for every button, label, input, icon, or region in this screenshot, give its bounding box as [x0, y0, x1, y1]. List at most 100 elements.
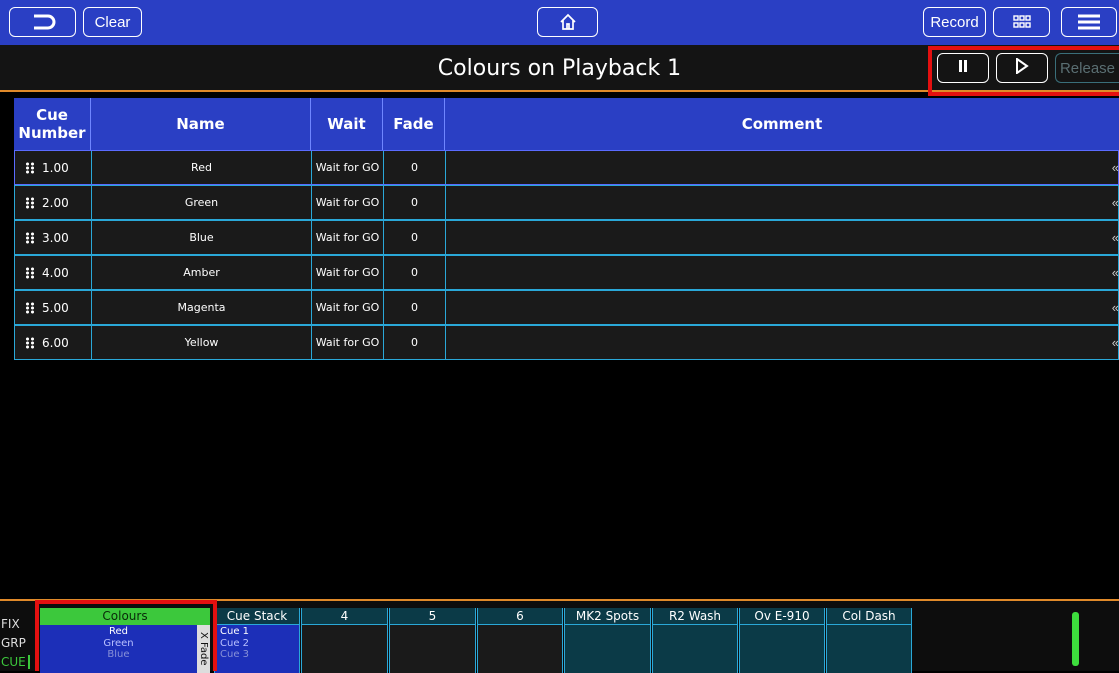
cell-name[interactable]: Yellow — [92, 326, 312, 359]
grid-view-button[interactable] — [993, 7, 1050, 37]
table-row[interactable]: 1.00 Red Wait for GO 0 « — [14, 150, 1119, 185]
next-cue: Cue 2 — [220, 637, 250, 649]
drag-handle-icon[interactable] — [25, 301, 35, 314]
drag-handle-icon[interactable] — [25, 231, 35, 244]
header-wait[interactable]: Wait — [311, 98, 383, 150]
playback-body — [740, 625, 824, 673]
playback-col-dash[interactable]: Col Dash — [826, 608, 912, 673]
playback-body — [653, 625, 737, 673]
playback-5[interactable]: 5 — [389, 608, 476, 673]
playback-title: 6 — [478, 608, 562, 625]
drag-handle-icon[interactable] — [25, 161, 35, 174]
cue-number: 2.00 — [42, 195, 69, 210]
cue-number: 3.00 — [42, 230, 69, 245]
playback-ov-e910[interactable]: Ov E-910 — [739, 608, 825, 673]
cue-number: 4.00 — [42, 265, 69, 280]
playback-mk2-spots[interactable]: MK2 Spots — [564, 608, 651, 673]
back-button[interactable] — [9, 7, 76, 37]
cell-cue-number: 4.00 — [15, 256, 92, 289]
playback-r2-wash[interactable]: R2 Wash — [652, 608, 738, 673]
record-button[interactable]: Record — [923, 7, 986, 37]
clear-button[interactable]: Clear — [83, 7, 142, 37]
cell-fade[interactable]: 0 — [384, 186, 446, 219]
colours-playback-highlight — [35, 600, 217, 671]
cue-label[interactable]: CUE — [1, 655, 30, 669]
playback-body — [302, 625, 387, 673]
playback-title: Col Dash — [827, 608, 911, 625]
cell-wait[interactable]: Wait for GO — [312, 326, 384, 359]
cell-wait[interactable]: Wait for GO — [312, 186, 384, 219]
cell-fade[interactable]: 0 — [384, 291, 446, 324]
playback-cue-stack[interactable]: Cue Stack Cue 1 Cue 2 Cue 3 — [214, 608, 300, 673]
expand-chevron-icon[interactable]: « — [1112, 265, 1119, 280]
cell-fade[interactable]: 0 — [384, 326, 446, 359]
cell-name[interactable]: Magenta — [92, 291, 312, 324]
cell-fade[interactable]: 0 — [384, 256, 446, 289]
header-fade[interactable]: Fade — [383, 98, 445, 150]
playback-body — [478, 625, 562, 673]
level-meter — [1072, 612, 1079, 666]
playback-body — [565, 625, 650, 673]
drag-handle-icon[interactable] — [25, 336, 35, 349]
cue-number: 6.00 — [42, 335, 69, 350]
home-icon — [559, 13, 577, 31]
expand-chevron-icon[interactable]: « — [1112, 230, 1119, 245]
table-row[interactable]: 2.00 Green Wait for GO 0 « — [14, 185, 1119, 220]
back-arrow-icon — [30, 13, 56, 31]
top-toolbar: Clear Record — [0, 0, 1119, 45]
cell-wait[interactable]: Wait for GO — [312, 256, 384, 289]
fix-label[interactable]: FIX — [1, 617, 20, 631]
current-cue: Cue 1 — [220, 626, 250, 637]
grid-icon — [1012, 15, 1031, 29]
cell-comment[interactable] — [446, 291, 1118, 324]
cell-wait[interactable]: Wait for GO — [312, 291, 384, 324]
cell-fade[interactable]: 0 — [384, 221, 446, 254]
playback-controls-highlight — [928, 46, 1119, 96]
drag-handle-icon[interactable] — [25, 266, 35, 279]
playback-title: Ov E-910 — [740, 608, 824, 625]
expand-chevron-icon[interactable]: « — [1112, 335, 1119, 350]
playback-title: 4 — [302, 608, 387, 625]
expand-chevron-icon[interactable]: « — [1112, 160, 1119, 175]
table-row[interactable]: 4.00 Amber Wait for GO 0 « — [14, 255, 1119, 290]
cell-cue-number: 5.00 — [15, 291, 92, 324]
cell-fade[interactable]: 0 — [384, 151, 446, 184]
playback-cue-list: Cue 1 Cue 2 Cue 3 — [215, 625, 299, 673]
cell-comment[interactable] — [446, 186, 1118, 219]
cell-comment[interactable] — [446, 151, 1118, 184]
expand-chevron-icon[interactable]: « — [1112, 300, 1119, 315]
menu-button[interactable] — [1061, 7, 1117, 37]
table-header: Cue Number Name Wait Fade Comment — [14, 98, 1119, 150]
cell-comment[interactable] — [446, 221, 1118, 254]
cell-name[interactable]: Blue — [92, 221, 312, 254]
grp-label[interactable]: GRP — [1, 636, 26, 650]
table-row[interactable]: 6.00 Yellow Wait for GO 0 « — [14, 325, 1119, 360]
header-cue-number[interactable]: Cue Number — [14, 98, 91, 150]
header-comment[interactable]: Comment — [445, 98, 1119, 150]
drag-handle-icon[interactable] — [25, 196, 35, 209]
cell-name[interactable]: Amber — [92, 256, 312, 289]
playback-title: R2 Wash — [653, 608, 737, 625]
playback-title: MK2 Spots — [565, 608, 650, 625]
table-row[interactable]: 5.00 Magenta Wait for GO 0 « — [14, 290, 1119, 325]
expand-chevron-icon[interactable]: « — [1112, 195, 1119, 210]
header-name[interactable]: Name — [91, 98, 311, 150]
playback-body — [827, 625, 911, 673]
table-row[interactable]: 3.00 Blue Wait for GO 0 « — [14, 220, 1119, 255]
home-button[interactable] — [537, 7, 598, 37]
playback-4[interactable]: 4 — [301, 608, 388, 673]
playback-6[interactable]: 6 — [477, 608, 563, 673]
cell-wait[interactable]: Wait for GO — [312, 221, 384, 254]
cell-name[interactable]: Green — [92, 186, 312, 219]
menu-icon — [1076, 13, 1102, 31]
record-label: Record — [930, 13, 979, 31]
cell-comment[interactable] — [446, 326, 1118, 359]
cell-cue-number: 1.00 — [15, 151, 92, 184]
cell-name[interactable]: Red — [92, 151, 312, 184]
following-cue: Cue 3 — [220, 649, 250, 660]
cell-wait[interactable]: Wait for GO — [312, 151, 384, 184]
cell-comment[interactable] — [446, 256, 1118, 289]
playback-body — [390, 625, 475, 673]
cell-cue-number: 3.00 — [15, 221, 92, 254]
cue-number: 1.00 — [42, 160, 69, 175]
